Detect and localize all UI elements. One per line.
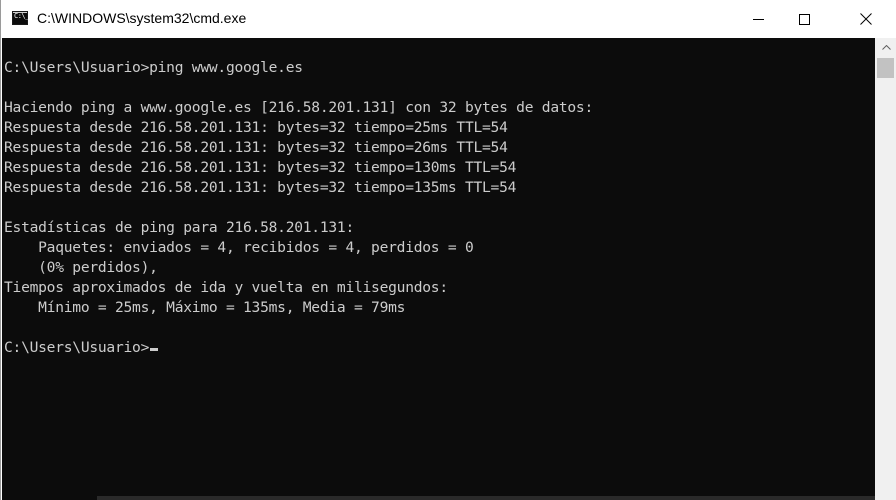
minimize-button[interactable]: [735, 0, 781, 38]
scroll-thumb[interactable]: [877, 58, 894, 78]
title-bar[interactable]: C:\_ C:\WINDOWS\system32\cmd.exe: [1, 0, 896, 38]
cmd-window: C:\_ C:\WINDOWS\system32\cmd.exe C:\User…: [0, 0, 896, 500]
maximize-button[interactable]: [781, 0, 827, 38]
prompt-text: C:\Users\Usuario>: [4, 339, 150, 356]
console-line: Respuesta desde 216.58.201.131: bytes=32…: [4, 139, 508, 156]
minimize-icon: [752, 18, 764, 20]
console-line: Respuesta desde 216.58.201.131: bytes=32…: [4, 179, 517, 196]
maximize-icon: [798, 13, 810, 25]
console-line: C:\Users\Usuario>ping www.google.es: [4, 59, 303, 76]
console-line: (0% perdidos),: [4, 259, 158, 276]
scroll-up-button[interactable]: [875, 38, 896, 56]
console-line: Estadísticas de ping para 216.58.201.131…: [4, 219, 354, 236]
scroll-up-arrow-icon: [881, 44, 891, 50]
close-icon: [860, 13, 872, 25]
console-output[interactable]: C:\Users\Usuario>ping www.google.es Haci…: [2, 38, 875, 500]
console-line: Mínimo = 25ms, Máximo = 135ms, Media = 7…: [4, 299, 406, 316]
window-bottom-edge: [97, 496, 875, 500]
icon-glyph: C:\_: [14, 12, 29, 20]
close-button[interactable]: [838, 0, 894, 38]
console-line: Haciendo ping a www.google.es [216.58.20…: [4, 99, 593, 116]
console-line: Paquetes: enviados = 4, recibidos = 4, p…: [4, 239, 474, 256]
console-line: Respuesta desde 216.58.201.131: bytes=32…: [4, 159, 517, 176]
prompt-line[interactable]: C:\Users\Usuario>: [4, 338, 159, 358]
cmd-prompt-icon[interactable]: C:\_: [12, 11, 29, 25]
console-line: Tiempos aproximados de ida y vuelta en m…: [4, 279, 448, 296]
console-line: Respuesta desde 216.58.201.131: bytes=32…: [4, 119, 508, 136]
window-title: C:\WINDOWS\system32\cmd.exe: [37, 10, 247, 26]
text-cursor: [150, 348, 159, 351]
vertical-scrollbar[interactable]: [875, 38, 896, 500]
